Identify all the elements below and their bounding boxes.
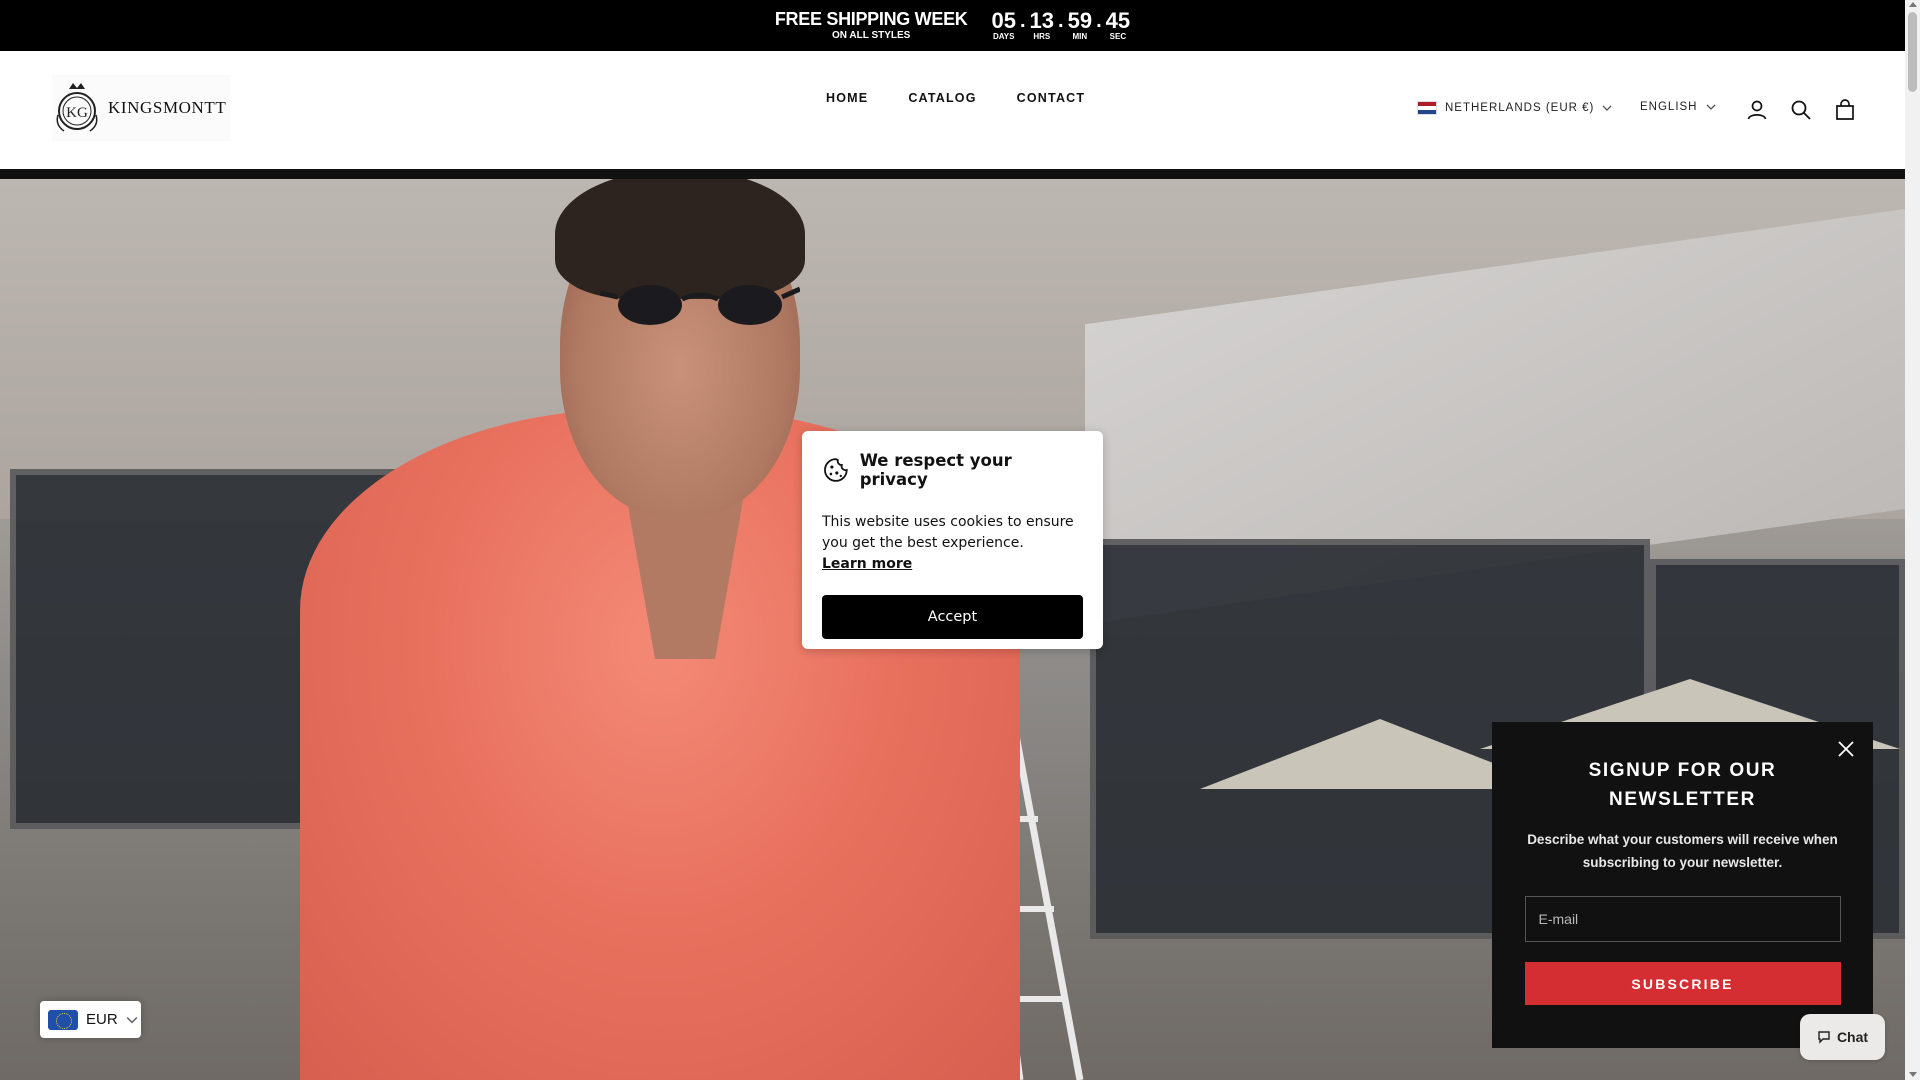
crest-icon: KG — [56, 83, 98, 132]
newsletter-title: SIGNUP FOR OUR NEWSLETTER — [1588, 760, 1777, 810]
timer-hours: 13 HRS — [1030, 10, 1054, 41]
timer-minutes-value: 59 — [1067, 8, 1093, 33]
nav-catalog[interactable]: CATALOG — [908, 91, 976, 105]
timer-days-value: 05 — [991, 8, 1016, 33]
country-selector[interactable]: NETHERLANDS (EUR €) — [1417, 101, 1612, 115]
timer-hours-value: 13 — [1029, 8, 1055, 33]
account-icon[interactable] — [1745, 98, 1769, 122]
learn-more-link[interactable]: Learn more — [822, 556, 912, 572]
timer-minutes-label: MIN — [1072, 32, 1088, 41]
timer-hours-label: HRS — [1033, 32, 1051, 41]
timer-separator: . — [1096, 10, 1102, 32]
main-nav: HOME CATALOG CONTACT — [826, 91, 1085, 105]
header-divider — [0, 169, 1905, 179]
accept-cookies-button[interactable]: Accept — [822, 595, 1083, 639]
cookie-header: We respect your privacy — [822, 451, 1083, 489]
timer-seconds: 45 SEC — [1106, 10, 1130, 41]
timer-seconds-label: SEC — [1109, 32, 1127, 41]
timer-minutes: 59 MIN — [1068, 10, 1092, 41]
chevron-down-icon — [1706, 104, 1715, 110]
close-icon[interactable] — [1837, 740, 1855, 758]
announcement-bar[interactable]: FREE SHIPPING WEEK ON ALL STYLES 05 DAYS… — [0, 0, 1905, 51]
eu-flag-icon — [48, 1009, 78, 1030]
cookie-text: This website uses cookies to ensure you … — [822, 514, 1074, 551]
scrollbar-thumb[interactable] — [1908, 12, 1917, 92]
cookie-banner: We respect your privacy This website use… — [802, 431, 1103, 649]
promo-title: FREE SHIPPING WEEK — [774, 9, 968, 29]
promo-text: FREE SHIPPING WEEK ON ALL STYLES — [775, 10, 968, 41]
subscribe-button[interactable]: SUBSCRIBE — [1524, 962, 1841, 1005]
netherlands-flag-icon — [1417, 101, 1437, 115]
cookie-body: This website uses cookies to ensure you … — [822, 512, 1083, 575]
timer-days: 05 DAYS — [992, 10, 1016, 41]
language-selector[interactable]: ENGLISH — [1640, 101, 1716, 113]
email-field[interactable] — [1524, 896, 1841, 942]
language-label: ENGLISH — [1640, 101, 1698, 113]
chat-button[interactable]: Chat — [1800, 1014, 1885, 1060]
timer-separator: . — [1019, 10, 1026, 32]
timer-seconds-value: 45 — [1105, 8, 1131, 33]
promo-subtitle: ON ALL STYLES — [832, 30, 911, 41]
cookie-icon — [824, 458, 848, 482]
currency-label: EUR — [86, 1011, 118, 1028]
chevron-down-icon — [126, 1016, 138, 1024]
cart-icon[interactable] — [1833, 98, 1857, 122]
scroll-up-icon[interactable] — [1909, 2, 1917, 7]
chat-label: Chat — [1836, 1029, 1869, 1045]
brand-name: KINGSMONTT — [108, 98, 227, 117]
newsletter-popup: SIGNUP FOR OUR NEWSLETTER Describe what … — [1492, 722, 1873, 1048]
nav-contact[interactable]: CONTACT — [1017, 91, 1086, 105]
nav-home[interactable]: HOME — [826, 91, 868, 105]
logo[interactable]: KG KINGSMONTT — [52, 75, 230, 141]
timer-separator: . — [1058, 10, 1064, 32]
countdown-timer: 05 DAYS . 13 HRS . 59 MIN . 45 SEC — [992, 10, 1131, 41]
site-header: KG KINGSMONTT HOME CATALOG CONTACT NETHE… — [0, 51, 1905, 169]
country-label: NETHERLANDS (EUR €) — [1445, 102, 1595, 114]
timer-days-label: DAYS — [992, 32, 1015, 41]
sunglasses-icon — [600, 285, 800, 325]
search-icon[interactable] — [1789, 98, 1813, 122]
page: FREE SHIPPING WEEK ON ALL STYLES 05 DAYS… — [0, 0, 1920, 1080]
newsletter-description: Describe what your customers will receiv… — [1527, 832, 1838, 870]
currency-selector[interactable]: EUR — [40, 1001, 141, 1038]
chevron-down-icon — [1602, 105, 1612, 111]
chat-icon — [1818, 1031, 1830, 1044]
scroll-down-icon[interactable] — [1909, 1072, 1917, 1077]
scrollbar[interactable] — [1905, 0, 1920, 1080]
svg-text:KG: KG — [66, 105, 88, 121]
cookie-title: We respect your privacy — [859, 451, 1012, 489]
